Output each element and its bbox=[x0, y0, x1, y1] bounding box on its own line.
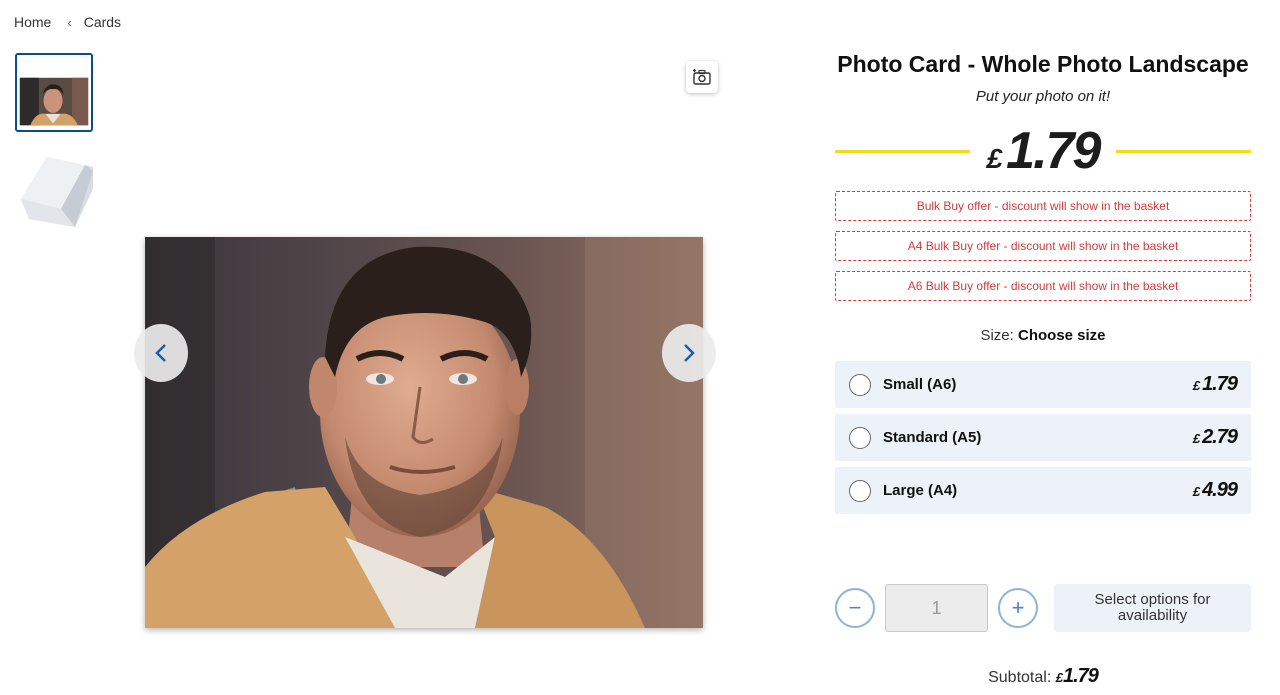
subtotal: Subtotal: £1.79 bbox=[835, 665, 1251, 688]
select-options-availability-button[interactable]: Select options for availability bbox=[1054, 584, 1251, 632]
price-divider-left bbox=[835, 150, 970, 153]
decrease-quantity-button[interactable]: − bbox=[835, 588, 875, 628]
size-option-large[interactable]: Large (A4) £ 4.99 bbox=[835, 467, 1251, 514]
size-label: Size: Choose size bbox=[835, 327, 1251, 344]
size-option-currency: £ bbox=[1192, 484, 1201, 499]
subtotal-price: £1.79 bbox=[1055, 665, 1099, 687]
a6-bulk-buy-offer: A6 Bulk Buy offer - discount will show i… bbox=[835, 271, 1251, 301]
previous-image-button[interactable] bbox=[134, 324, 188, 382]
add-photo-button[interactable] bbox=[686, 61, 718, 93]
size-option-name: Small (A6) bbox=[883, 376, 957, 393]
size-option-price-value: 2.79 bbox=[1202, 426, 1238, 448]
breadcrumb-cards-link[interactable]: Cards bbox=[84, 14, 121, 30]
quantity-row: − + Select options for availability bbox=[835, 584, 1251, 632]
size-option-standard[interactable]: Standard (A5) £ 2.79 bbox=[835, 414, 1251, 461]
bulk-buy-offer: Bulk Buy offer - discount will show in t… bbox=[835, 191, 1251, 221]
size-options: Small (A6) £ 1.79 Standard (A5) £ 2.79 L… bbox=[835, 361, 1251, 514]
subtotal-value: 1.79 bbox=[1062, 665, 1099, 687]
thumbnail-photo-image bbox=[17, 55, 91, 130]
product-title: Photo Card - Whole Photo Landscape bbox=[837, 51, 1249, 77]
arrow-right-icon bbox=[684, 344, 695, 362]
portrait-photo bbox=[145, 237, 703, 628]
next-image-button[interactable] bbox=[662, 324, 716, 382]
size-option-large-radio[interactable] bbox=[849, 479, 871, 502]
product-tagline: Put your photo on it! bbox=[975, 88, 1111, 105]
size-option-small-radio[interactable] bbox=[849, 373, 871, 396]
size-option-price: £ 4.99 bbox=[1192, 479, 1238, 502]
size-option-price-value: 4.99 bbox=[1202, 479, 1238, 501]
breadcrumb-home-link[interactable]: Home bbox=[14, 14, 51, 30]
size-option-name: Standard (A5) bbox=[883, 429, 982, 446]
main-product-image bbox=[145, 237, 703, 628]
minus-icon: − bbox=[848, 595, 862, 620]
arrow-left-icon bbox=[155, 344, 166, 362]
a4-bulk-buy-offer: A4 Bulk Buy offer - discount will show i… bbox=[835, 231, 1251, 261]
thumbnail-card-image bbox=[15, 149, 93, 228]
size-option-currency: £ bbox=[1192, 431, 1201, 446]
size-option-standard-radio[interactable] bbox=[849, 426, 871, 449]
chevron-left-icon: ‹ bbox=[67, 14, 72, 30]
size-option-price: £ 2.79 bbox=[1192, 426, 1238, 449]
size-option-small[interactable]: Small (A6) £ 1.79 bbox=[835, 361, 1251, 408]
breadcrumb: Home ‹ Cards bbox=[14, 14, 121, 30]
size-selected-value: Choose size bbox=[1018, 327, 1106, 344]
price-display: £ 1.79 bbox=[835, 121, 1251, 181]
size-option-currency: £ bbox=[1192, 378, 1201, 393]
thumbnail-card-folded[interactable] bbox=[15, 149, 93, 228]
product-price: £ 1.79 bbox=[986, 121, 1102, 181]
size-option-name: Large (A4) bbox=[883, 482, 958, 499]
product-details: Photo Card - Whole Photo Landscape Put y… bbox=[835, 50, 1251, 687]
quantity-input[interactable] bbox=[885, 584, 988, 632]
price-divider-right bbox=[1116, 150, 1251, 153]
subtotal-currency: £ bbox=[1055, 670, 1063, 685]
size-option-price-value: 1.79 bbox=[1202, 373, 1238, 395]
offers-list: Bulk Buy offer - discount will show in t… bbox=[835, 191, 1251, 301]
price-amount: 1.79 bbox=[1006, 122, 1101, 180]
camera-icon bbox=[693, 69, 711, 85]
increase-quantity-button[interactable]: + bbox=[998, 588, 1038, 628]
thumbnail-photo[interactable] bbox=[15, 53, 93, 132]
size-option-price: £ 1.79 bbox=[1192, 373, 1238, 396]
size-label-text: Size: bbox=[980, 327, 1014, 344]
subtotal-label: Subtotal: bbox=[988, 669, 1052, 686]
plus-icon: + bbox=[1011, 595, 1025, 620]
price-currency: £ bbox=[986, 143, 1003, 174]
